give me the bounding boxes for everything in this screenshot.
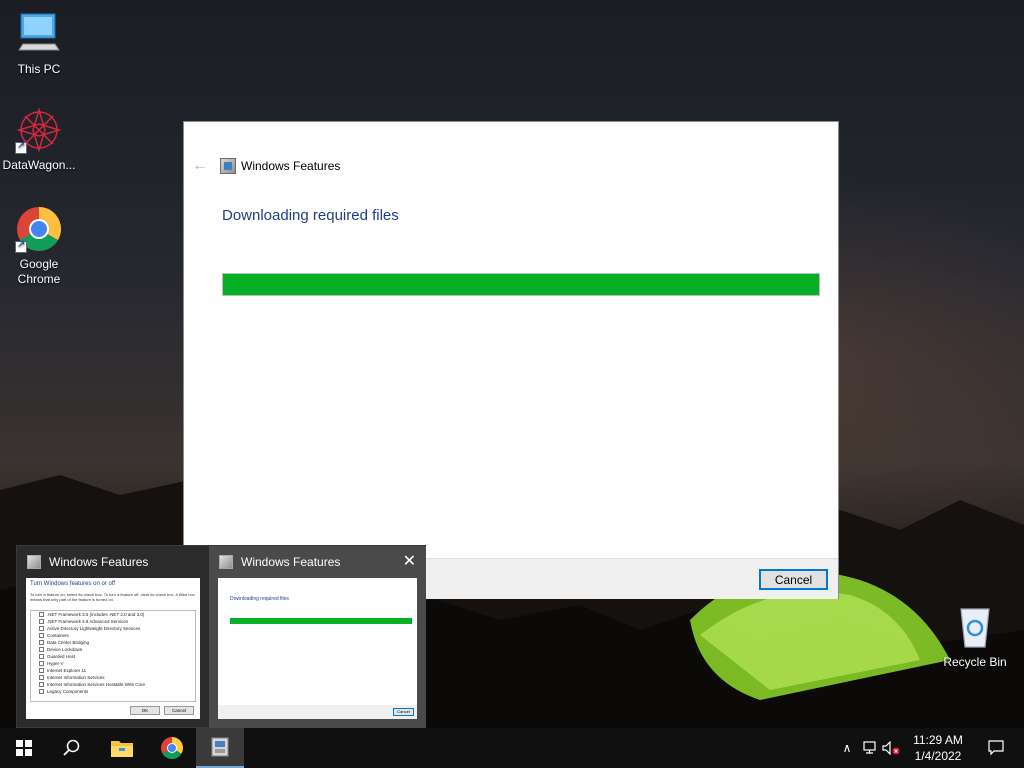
feature-label: .NET Framework 4.8 Advanced Services [47,619,128,624]
windows-features-icon [219,555,233,569]
feature-label: Hyper-V [47,661,64,666]
windows-features-dialog: ← Windows Features Downloading required … [183,121,839,599]
feature-label: Containers [47,633,69,638]
taskbar-windows-features[interactable] [196,728,244,768]
thumbnail-preview: Downloading required files Cancel [218,578,417,719]
back-arrow-icon[interactable]: ← [192,157,208,175]
start-icon [16,740,32,756]
progress-fill [223,274,819,295]
checkbox-icon [39,668,44,674]
shortcut-arrow-icon [15,239,27,253]
thumbnail-heading: Turn Windows features on or off [30,581,116,587]
thumbnail-heading: Downloading required files [230,596,289,602]
thumbnail-description: To turn a feature on, select its check b… [30,592,195,602]
checkbox-icon [39,626,44,632]
feature-label: Internet Explorer 11 [47,668,87,673]
feature-row: Data Center Bridging [39,640,90,646]
shortcut-arrow-icon [15,140,27,154]
checkbox-icon [39,661,44,667]
download-progress-bar [222,273,820,296]
checkbox-icon [39,647,44,653]
feature-row: .NET Framework 3.5 (includes .NET 2.0 an… [39,612,145,618]
desktop-icon-label: DataWagon... [2,158,76,172]
thumbnail-title: Windows Features [241,555,341,569]
taskbar-clock[interactable]: 11:29 AM 1/4/2022 [900,732,976,764]
feature-label: Internet Information Services [47,675,105,680]
clock-date: 1/4/2022 [914,749,962,763]
taskbar-file-explorer[interactable] [98,728,146,768]
feature-list: .NET Framework 3.5 (includes .NET 2.0 an… [30,610,196,702]
checkbox-icon [39,612,44,618]
start-button[interactable] [0,728,48,768]
network-icon[interactable] [858,741,880,755]
this-pc-icon [15,10,63,58]
desktop-icon-label: Recycle Bin [943,655,1007,669]
feature-row: Active Directory Lightweight Directory S… [39,626,141,632]
feature-row: Internet Explorer 11 [39,668,87,674]
windows-features-icon [27,555,41,569]
desktop-icon-chrome[interactable]: Google Chrome [0,205,79,287]
taskbar-chrome[interactable] [148,728,196,768]
feature-row: Hyper-V [39,661,64,667]
dialog-heading: Downloading required files [222,207,399,224]
thumbnail-ok-button: OK [130,706,160,715]
feature-row: Device Lockdown [39,647,83,653]
feature-label: .NET Framework 3.5 (includes .NET 2.0 an… [47,612,145,617]
desktop-icon-label: This PC [17,62,61,76]
action-center-button[interactable] [976,728,1016,768]
thumbnail-windows-features-list[interactable]: Windows Features Turn Windows features o… [17,546,209,729]
feature-label: Active Directory Lightweight Directory S… [47,626,141,631]
dialog-title: Windows Features [241,159,341,173]
search-button[interactable] [48,728,96,768]
checkbox-icon [39,654,44,660]
feature-label: Device Lockdown [47,647,83,652]
thumbnail-windows-features-download[interactable]: Windows Features ✕ Downloading required … [209,546,426,729]
checkbox-icon [39,633,44,639]
feature-row: Guarded Host [39,654,76,660]
feature-row: Containers [39,633,69,639]
checkbox-icon [39,675,44,681]
thumbnail-footer [218,705,417,719]
cancel-button[interactable]: Cancel [759,569,828,590]
taskbar: ∧ 11:29 AM 1/4/2022 [0,728,1024,768]
recycle-bin-icon [951,603,999,651]
thumbnail-preview: Turn Windows features on or off To turn … [26,578,200,719]
feature-label: Internet Information Services Hostable W… [47,682,145,687]
feature-row: Legacy Components [39,689,89,695]
dialog-titlebar: ← Windows Features [184,122,838,210]
feature-row: Internet Information Services [39,675,105,681]
desktop-icon-this-pc[interactable]: This PC [0,10,79,77]
windows-features-icon [220,158,236,174]
feature-label: Legacy Components [47,689,89,694]
thumbnail-cancel-button: Cancel [164,706,194,715]
file-explorer-icon [111,741,133,757]
feature-label: Guarded Host [47,654,76,659]
clock-time: 11:29 AM [913,733,963,747]
feature-label: Data Center Bridging [47,640,90,645]
notification-icon [988,740,1004,756]
search-icon [63,739,80,756]
windows-features-icon [211,737,229,757]
datawagon-icon [15,106,63,154]
thumbnail-cancel-button: Cancel [393,708,414,716]
volume-muted-icon[interactable] [880,741,902,755]
feature-row: Internet Information Services Hostable W… [39,682,145,688]
thumbnail-progress-bar [230,618,412,624]
close-icon[interactable]: ✕ [403,551,416,571]
checkbox-icon [39,619,44,625]
checkbox-icon [39,682,44,688]
desktop-icon-recycle-bin[interactable]: Recycle Bin [935,603,1015,670]
thumbnail-title: Windows Features [49,555,149,569]
checkbox-icon [39,689,44,695]
checkbox-icon [39,640,44,646]
chrome-icon [161,737,183,759]
chevron-up-icon[interactable]: ∧ [836,741,858,755]
desktop-icon-label: Google Chrome [17,257,61,286]
desktop-icon-datawagon[interactable]: DataWagon... [0,106,79,173]
taskbar-thumbnail-previews: Windows Features Turn Windows features o… [16,545,426,729]
chrome-icon [15,205,63,253]
system-tray: ∧ [836,728,902,768]
feature-row: .NET Framework 4.8 Advanced Services [39,619,128,625]
